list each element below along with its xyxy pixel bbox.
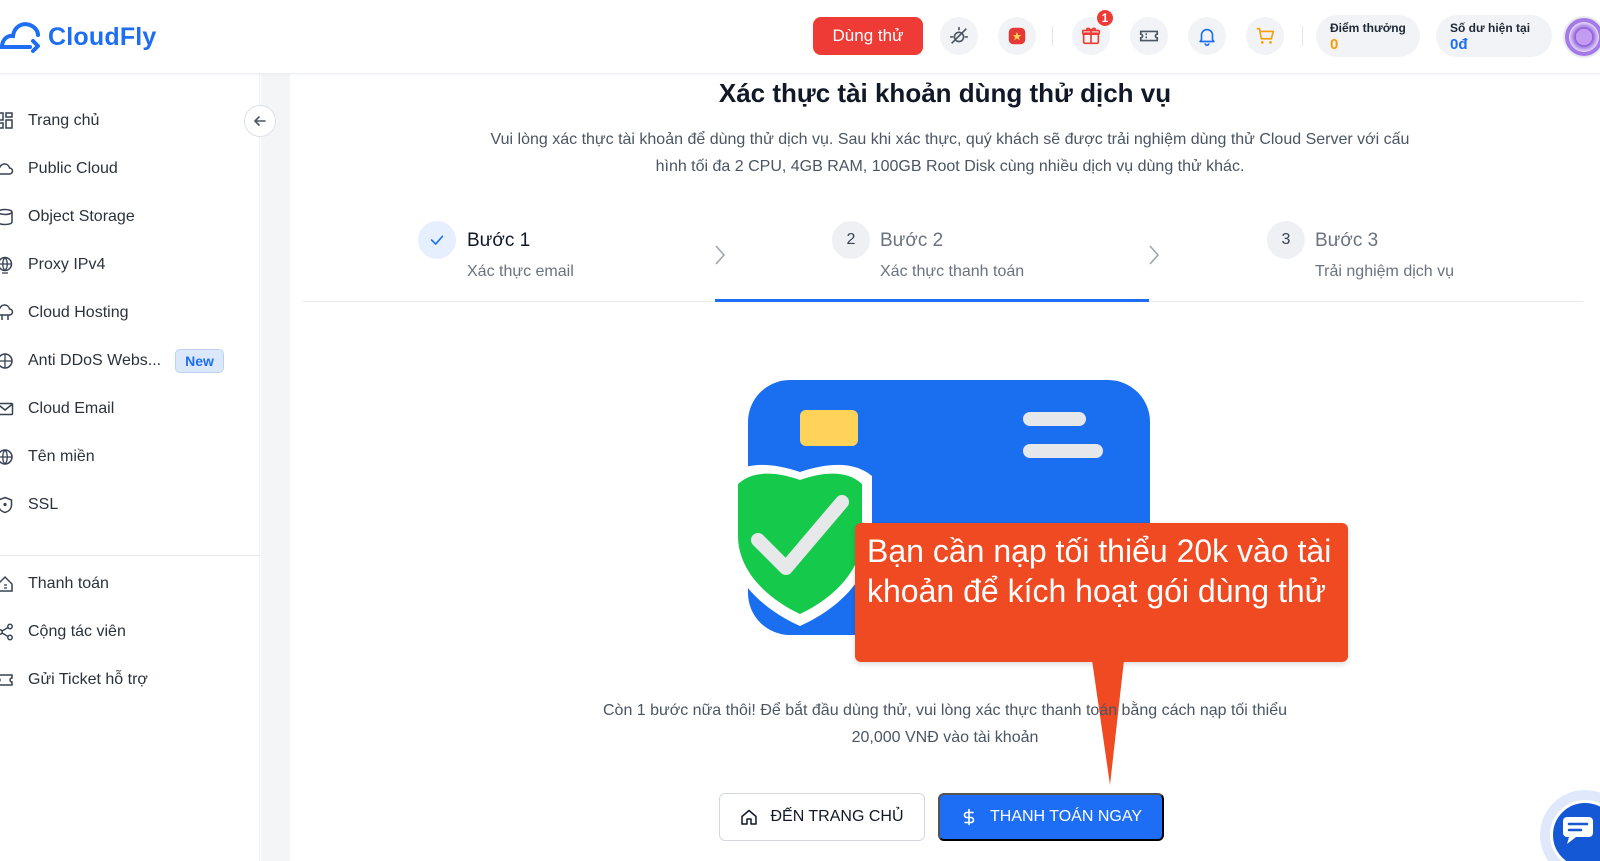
sidebar-item-label: Gửi Ticket hỗ trợ — [28, 671, 148, 688]
sidebar-item-ssl[interactable]: SSL — [0, 490, 250, 520]
step-2-desc: Xác thực thanh toán — [880, 263, 1025, 280]
sidebar-item-label: SSL — [28, 496, 59, 513]
chevron-right-icon — [715, 245, 726, 265]
cart-icon[interactable] — [1246, 17, 1284, 55]
step-2-number: 2 — [832, 221, 870, 259]
sidebar-item-cloud-email[interactable]: Cloud Email — [0, 394, 250, 424]
gift-count-badge: 1 — [1096, 9, 1114, 27]
mail-icon — [0, 400, 14, 418]
step-3-number: 3 — [1267, 221, 1305, 259]
sidebar-item-affiliate[interactable]: Cộng tác viên — [0, 617, 250, 647]
sidebar-item-support-ticket[interactable]: Gửi Ticket hỗ trợ — [0, 665, 250, 695]
step-3-desc: Trải nghiệm dịch vụ — [1315, 263, 1455, 280]
go-home-label: ĐẾN TRANG CHỦ — [770, 808, 904, 825]
tooltip-text: Bạn cần nạp tối thiểu 20k vào tài khoản … — [867, 533, 1332, 609]
sidebar-item-domain[interactable]: Tên miền — [0, 442, 250, 472]
sidebar-item-label: Anti DDoS Webs... — [28, 352, 162, 369]
sidebar-item-label: Proxy IPv4 — [28, 256, 106, 273]
dashboard-icon — [0, 112, 14, 130]
cloudfly-logo[interactable]: CloudFly — [0, 14, 157, 60]
pay-now-button[interactable]: THANH TOÁN NGAY — [938, 793, 1164, 841]
bell-icon[interactable] — [1188, 17, 1226, 55]
sidebar-item-cloud-hosting[interactable]: Cloud Hosting — [0, 298, 250, 328]
theme-toggle-icon[interactable] — [940, 17, 978, 55]
dollar-icon — [963, 808, 975, 826]
pay-now-label: THANH TOÁN NGAY — [989, 808, 1143, 825]
gift-icon[interactable]: 1 — [1072, 9, 1114, 55]
page-subtitle: Vui lòng xác thực tài khoản để dùng thử … — [490, 131, 1410, 175]
sidebar-item-public-cloud[interactable]: Public Cloud — [0, 154, 250, 184]
reward-points-label: Điểm thưởng — [1330, 21, 1406, 35]
balance-value: 0đ — [1450, 36, 1468, 53]
top-header: CloudFly Dùng thử 1 Điểm thưởng 0 Số dư … — [0, 0, 1600, 74]
sidebar-item-label: Trang chủ — [28, 112, 100, 129]
hosting-icon — [0, 304, 14, 322]
sidebar-item-object-storage[interactable]: Object Storage — [0, 202, 250, 232]
shield-icon — [0, 496, 14, 514]
top-up-tooltip: Bạn cần nạp tối thiểu 20k vào tài khoản … — [855, 523, 1348, 662]
reward-points-box[interactable]: Điểm thưởng 0 — [1316, 15, 1420, 57]
header-divider — [1302, 26, 1303, 46]
arrow-left-icon — [254, 116, 266, 126]
sidebar-item-dashboard[interactable]: Trang chủ — [0, 106, 250, 136]
billing-icon — [0, 575, 14, 593]
globe-icon — [0, 256, 14, 274]
header-divider — [1052, 26, 1053, 46]
logo-text: CloudFly — [48, 22, 157, 51]
chat-inner — [1550, 800, 1600, 861]
storage-icon — [0, 208, 14, 226]
cloud-logo-icon — [0, 22, 40, 53]
page-title: Xác thực tài khoản dùng thử dịch vụ — [718, 78, 1172, 108]
step-1-desc: Xác thực email — [467, 263, 574, 280]
sidebar-item-label: Cộng tác viên — [28, 623, 126, 640]
sidebar: Trang chủ Public Cloud Object Storage Pr… — [0, 74, 260, 861]
step-2-title: Bước 2 — [880, 230, 944, 251]
app-root: CloudFly Dùng thử 1 Điểm thưởng 0 Số dư … — [0, 0, 1600, 861]
cloud-icon — [0, 160, 14, 178]
avatar[interactable] — [1563, 16, 1600, 58]
sidebar-item-label: Cloud Hosting — [28, 304, 129, 321]
share-icon — [0, 623, 14, 641]
sidebar-item-label: Cloud Email — [28, 400, 115, 417]
chat-icon — [1563, 817, 1593, 844]
shield-globe-icon — [0, 352, 14, 370]
ticket-icon — [0, 671, 14, 689]
sidebar-collapse-button[interactable] — [244, 105, 276, 137]
sidebar-item-label: Public Cloud — [28, 160, 118, 177]
vietnam-flag-icon[interactable] — [998, 17, 1036, 55]
sidebar-item-label: Tên miền — [28, 448, 95, 465]
trial-button[interactable]: Dùng thử — [813, 17, 923, 55]
sidebar-divider — [0, 555, 260, 556]
sidebar-item-proxy-ipv4[interactable]: Proxy IPv4 — [0, 250, 250, 280]
active-step-indicator — [715, 299, 1149, 302]
balance-label: Số dư hiện tại — [1450, 21, 1531, 35]
reward-points-value: 0 — [1330, 36, 1339, 53]
ticket-icon[interactable] — [1130, 17, 1168, 55]
sidebar-item-billing[interactable]: Thanh toán — [0, 569, 250, 599]
sidebar-item-label: Thanh toán — [28, 575, 109, 592]
chevron-right-icon — [1149, 245, 1160, 265]
home-icon — [741, 809, 758, 825]
go-home-button[interactable]: ĐẾN TRANG CHỦ — [719, 793, 925, 841]
step-1-title: Bước 1 — [467, 230, 531, 251]
domain-icon — [0, 448, 14, 466]
step-1-check-icon — [418, 221, 456, 259]
sidebar-item-anti-ddos[interactable]: Anti DDoS Webs... New — [0, 346, 250, 376]
balance-box[interactable]: Số dư hiện tại 0đ — [1436, 15, 1552, 57]
step-3-title: Bước 3 — [1315, 230, 1379, 251]
payment-hint: Còn 1 bước nữa thôi! Để bắt đầu dùng thử… — [602, 702, 1287, 746]
sidebar-item-label: Object Storage — [28, 208, 135, 225]
new-badge: New — [175, 349, 224, 373]
